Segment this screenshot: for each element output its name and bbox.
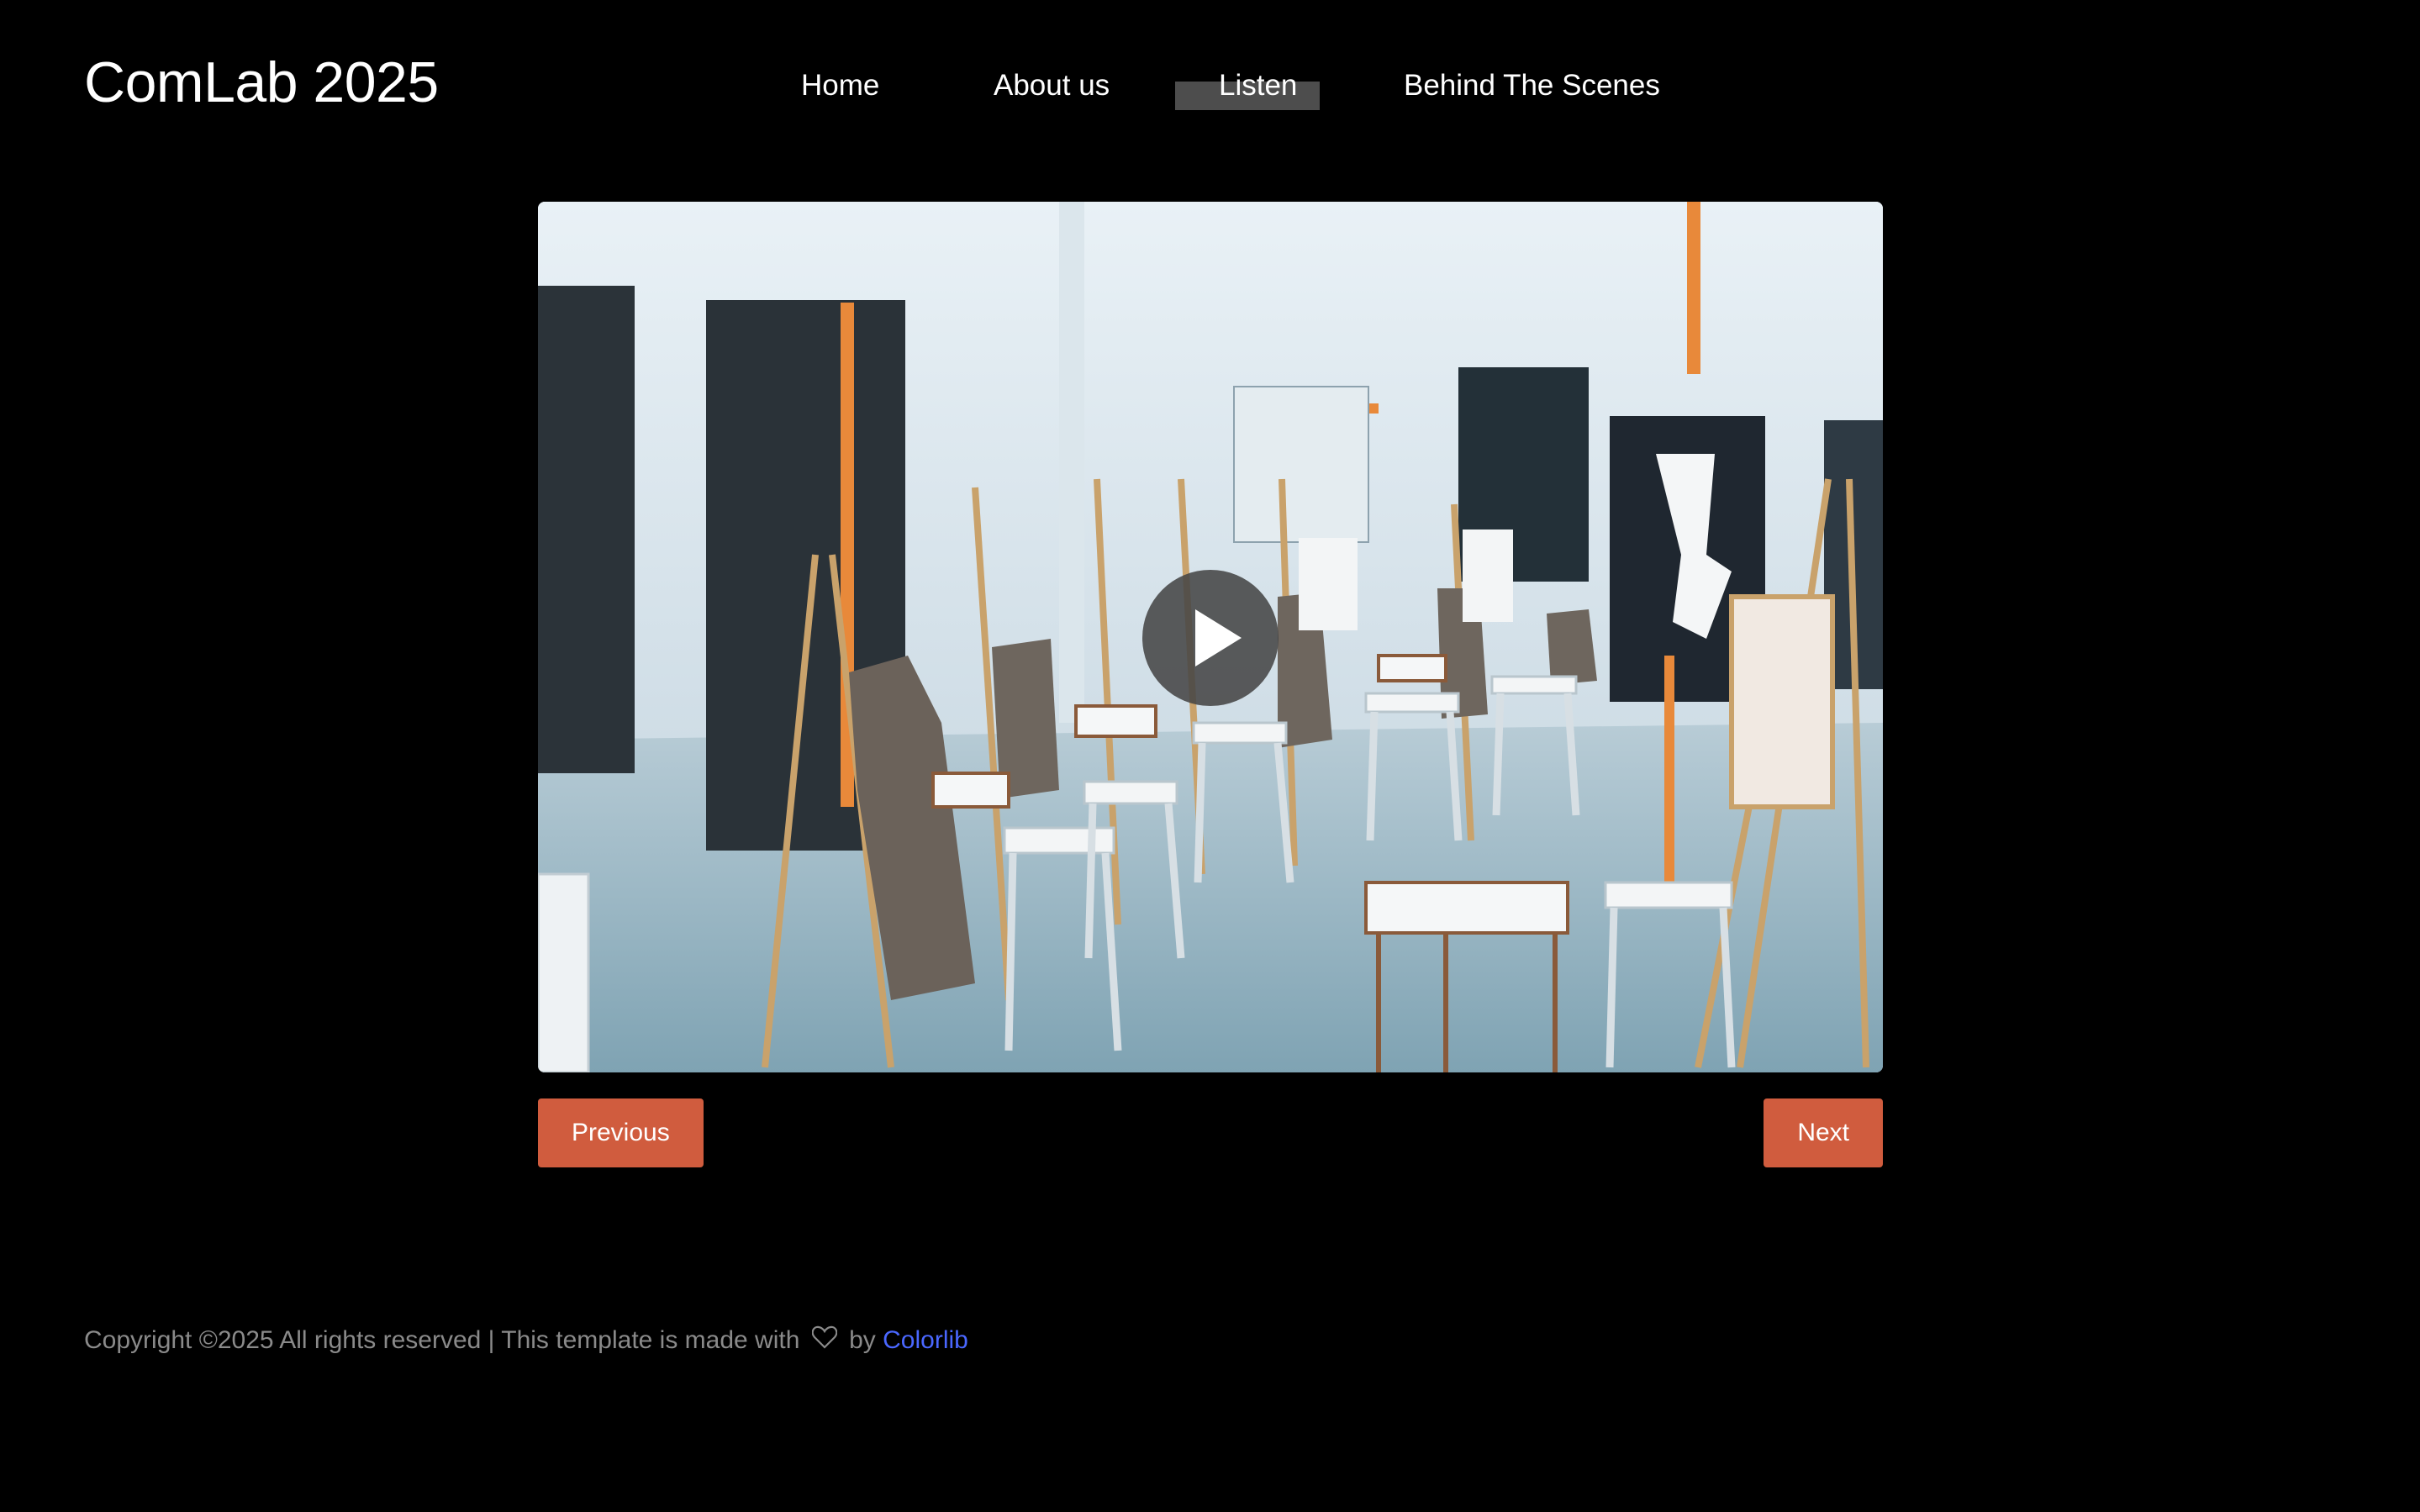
nav-item-about-us[interactable]: About us xyxy=(994,59,1110,113)
next-button[interactable]: Next xyxy=(1764,1098,1883,1167)
play-button[interactable] xyxy=(1142,570,1279,706)
colorlib-link[interactable]: Colorlib xyxy=(883,1326,968,1354)
play-icon xyxy=(1195,609,1242,666)
nav-item-home[interactable]: Home xyxy=(801,59,879,113)
site-logo[interactable]: ComLab 2025 xyxy=(84,49,439,116)
by-text: by xyxy=(849,1326,876,1354)
copyright-text: Copyright ©2025 All rights reserved | Th… xyxy=(84,1326,800,1354)
page: ComLab 2025 Home About us Listen Behind … xyxy=(0,0,2420,1512)
footer: Copyright ©2025 All rights reserved | Th… xyxy=(84,1320,968,1362)
previous-button[interactable]: Previous xyxy=(538,1098,704,1167)
video-player[interactable] xyxy=(538,202,1883,1072)
nav-item-listen[interactable]: Listen xyxy=(1219,59,1297,113)
heart-icon xyxy=(811,1320,838,1362)
nav-item-behind-the-scenes[interactable]: Behind The Scenes xyxy=(1404,59,1660,113)
